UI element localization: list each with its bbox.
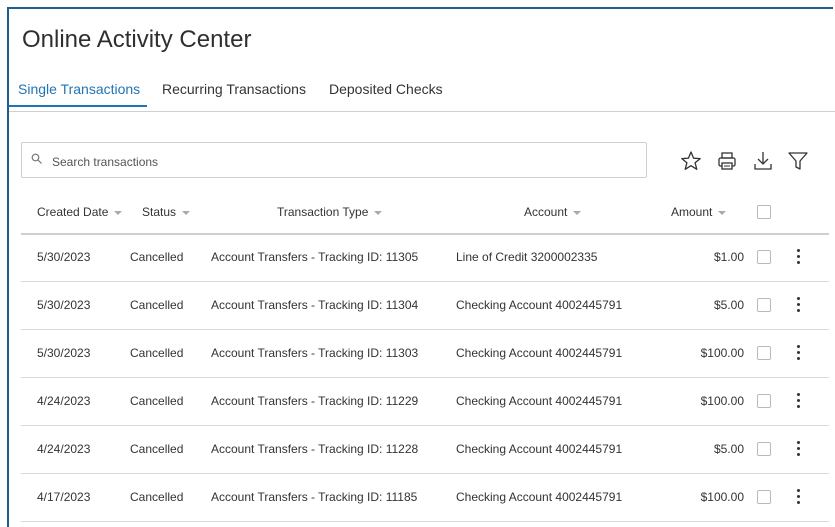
row-amount: $1.00 (713, 250, 744, 264)
row-account: Checking Account 4002445791 (456, 298, 623, 312)
table-row: 4/24/2023 Cancelled Account Transfers - … (21, 377, 829, 426)
row-amount: $100.00 (700, 394, 744, 408)
row-checkbox[interactable] (757, 394, 771, 408)
row-status: Cancelled (130, 490, 184, 504)
select-all-checkbox[interactable] (757, 205, 771, 219)
star-icon[interactable] (680, 150, 702, 172)
row-date: 5/30/2023 (37, 298, 91, 312)
tab-single-transactions[interactable]: Single Transactions (9, 81, 148, 107)
more-options-icon[interactable] (791, 438, 805, 460)
tab-recurring-transactions[interactable]: Recurring Transactions (162, 81, 306, 105)
row-date: 4/17/2023 (37, 490, 91, 504)
row-account: Checking Account 4002445791 (456, 346, 623, 360)
row-status: Cancelled (130, 394, 184, 408)
sort-caret-icon (718, 210, 727, 215)
row-status: Cancelled (130, 442, 184, 456)
row-status: Cancelled (130, 346, 184, 360)
download-icon[interactable] (752, 150, 774, 172)
row-checkbox[interactable] (757, 298, 771, 312)
table-row: 5/30/2023 Cancelled Account Transfers - … (21, 329, 829, 378)
search-icon (31, 153, 42, 164)
row-amount: $5.00 (713, 298, 744, 312)
row-date: 4/24/2023 (37, 394, 91, 408)
row-account: Checking Account 4002445791 (456, 490, 623, 504)
sort-caret-icon (182, 210, 191, 215)
row-amount: $100.00 (700, 490, 744, 504)
sort-caret-icon (374, 210, 383, 215)
column-header-account[interactable]: Account (524, 205, 582, 219)
page-title: Online Activity Center (22, 26, 252, 53)
sort-caret-icon (114, 210, 123, 215)
column-header-amount[interactable]: Amount (671, 205, 727, 219)
row-account: Line of Credit 3200002335 (456, 250, 598, 264)
column-header-status[interactable]: Status (142, 205, 191, 219)
more-options-icon[interactable] (791, 342, 805, 364)
more-options-icon[interactable] (791, 294, 805, 316)
table-row: 4/17/2023 Cancelled Account Transfers - … (21, 473, 829, 522)
table-row: 5/30/2023 Cancelled Account Transfers - … (21, 233, 829, 282)
row-transaction-type[interactable]: Account Transfers - Tracking ID: 11305 (211, 250, 418, 264)
table-header: Created Date Status Transaction Type Acc… (21, 199, 829, 235)
table-row: 4/24/2023 Cancelled Account Transfers - … (21, 425, 829, 474)
row-checkbox[interactable] (757, 250, 771, 264)
row-checkbox[interactable] (757, 346, 771, 360)
tab-bar: Single Transactions Recurring Transactio… (9, 81, 835, 112)
more-options-icon[interactable] (791, 246, 805, 268)
table-row: 5/30/2023 Cancelled Account Transfers - … (21, 281, 829, 330)
row-account: Checking Account 4002445791 (456, 394, 623, 408)
activity-center-panel: Online Activity Center Single Transactio… (7, 7, 835, 527)
row-date: 5/30/2023 (37, 250, 91, 264)
row-date: 4/24/2023 (37, 442, 91, 456)
row-transaction-type[interactable]: Account Transfers - Tracking ID: 11185 (211, 490, 417, 504)
row-status: Cancelled (130, 298, 184, 312)
sort-caret-icon (573, 210, 582, 215)
row-checkbox[interactable] (757, 490, 771, 504)
search-input[interactable] (50, 151, 634, 173)
more-options-icon[interactable] (791, 486, 805, 508)
row-transaction-type[interactable]: Account Transfers - Tracking ID: 11304 (211, 298, 418, 312)
row-checkbox[interactable] (757, 442, 771, 456)
column-header-transaction-type[interactable]: Transaction Type (277, 205, 383, 219)
search-box[interactable] (21, 142, 647, 178)
more-options-icon[interactable] (791, 390, 805, 412)
row-transaction-type[interactable]: Account Transfers - Tracking ID: 11229 (211, 394, 418, 408)
filter-icon[interactable] (787, 150, 809, 172)
row-account: Checking Account 4002445791 (456, 442, 623, 456)
row-transaction-type[interactable]: Account Transfers - Tracking ID: 11228 (211, 442, 418, 456)
row-amount: $5.00 (713, 442, 744, 456)
row-date: 5/30/2023 (37, 346, 91, 360)
tab-deposited-checks[interactable]: Deposited Checks (329, 81, 443, 105)
print-icon[interactable] (716, 150, 738, 172)
row-transaction-type[interactable]: Account Transfers - Tracking ID: 11303 (211, 346, 418, 360)
row-status: Cancelled (130, 250, 184, 264)
row-amount: $100.00 (700, 346, 744, 360)
column-header-created-date[interactable]: Created Date (37, 205, 123, 219)
